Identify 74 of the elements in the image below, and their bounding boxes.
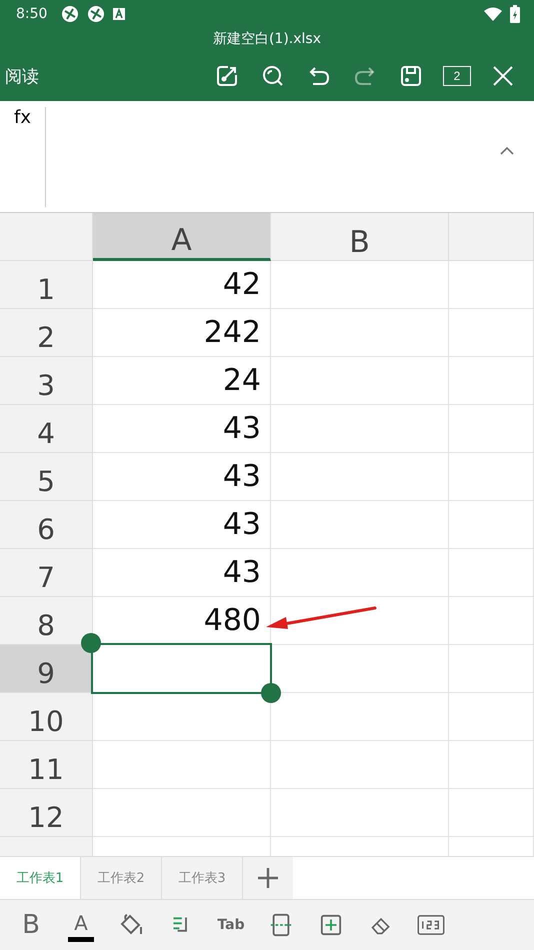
table-cell[interactable] xyxy=(449,261,534,309)
table-cell[interactable]: 24 xyxy=(93,357,271,405)
table-cell[interactable] xyxy=(93,789,271,837)
reading-mode-label: 阅读 xyxy=(5,66,39,88)
selected-cell-outline[interactable] xyxy=(91,643,272,694)
table-cell[interactable]: 43 xyxy=(93,405,271,453)
table-cell[interactable]: 43 xyxy=(93,549,271,597)
number-format-icon xyxy=(417,915,445,935)
battery-icon xyxy=(510,5,520,23)
row-header[interactable]: 4 xyxy=(0,405,93,453)
wifi-icon xyxy=(484,7,502,21)
row-header[interactable]: 6 xyxy=(0,501,93,549)
table-cell[interactable] xyxy=(93,741,271,789)
save-icon xyxy=(399,64,423,88)
row-header[interactable]: 10 xyxy=(0,693,93,741)
column-header[interactable] xyxy=(449,213,534,261)
bold-button[interactable]: B xyxy=(6,903,56,947)
row-header[interactable]: 8 xyxy=(0,597,93,645)
row-header[interactable]: 9 xyxy=(0,645,93,693)
table-cell[interactable] xyxy=(271,309,449,357)
plus-box-icon xyxy=(320,914,342,936)
row-header[interactable]: 2 xyxy=(0,309,93,357)
external-edit-icon xyxy=(215,64,239,88)
font-color-button[interactable]: A xyxy=(68,908,94,942)
add-sheet-button[interactable] xyxy=(243,857,293,899)
table-cell[interactable] xyxy=(449,453,534,501)
keyboard-notification-icon xyxy=(113,8,126,20)
window-title: 新建空白(1).xlsx xyxy=(212,30,322,49)
search-icon xyxy=(261,64,285,88)
row-header[interactable]: 5 xyxy=(0,453,93,501)
table-cell[interactable] xyxy=(449,597,534,645)
table-cell[interactable] xyxy=(449,405,534,453)
table-cell[interactable]: 42 xyxy=(93,261,271,309)
column-header[interactable]: B xyxy=(271,213,449,261)
row-header[interactable]: 3 xyxy=(0,357,93,405)
table-cell[interactable] xyxy=(449,549,534,597)
collapse-caret-icon[interactable] xyxy=(500,147,514,155)
table-cell[interactable] xyxy=(449,693,534,741)
app-notification-icon xyxy=(61,5,80,23)
table-cell[interactable] xyxy=(449,501,534,549)
table-cell[interactable] xyxy=(271,741,449,789)
selection-handle[interactable] xyxy=(81,633,101,653)
table-cell[interactable] xyxy=(449,309,534,357)
table-cell[interactable]: 242 xyxy=(93,309,271,357)
row-header[interactable]: 1 xyxy=(0,261,93,309)
tab-key-button[interactable]: Tab xyxy=(206,903,256,947)
table-cell[interactable] xyxy=(449,357,534,405)
table-cell[interactable] xyxy=(449,741,534,789)
table-cell[interactable] xyxy=(271,357,449,405)
row-header[interactable]: 11 xyxy=(0,741,93,789)
select-all-corner[interactable] xyxy=(0,213,93,261)
app-notification-icon xyxy=(87,5,106,23)
column-header[interactable]: A xyxy=(93,213,271,261)
border-icon xyxy=(269,913,293,937)
table-cell[interactable]: 43 xyxy=(93,453,271,501)
plus-icon xyxy=(257,867,279,889)
table-cell[interactable] xyxy=(271,501,449,549)
table-cell[interactable] xyxy=(271,453,449,501)
selection-handle[interactable] xyxy=(261,683,281,703)
window-count-button[interactable]: 2 xyxy=(434,56,480,96)
close-icon xyxy=(492,65,514,87)
table-cell[interactable] xyxy=(271,789,449,837)
table-cell[interactable] xyxy=(271,405,449,453)
status-time: 8:50 xyxy=(16,6,48,22)
table-cell[interactable] xyxy=(271,261,449,309)
table-cell[interactable]: 43 xyxy=(93,501,271,549)
row-header[interactable]: 12 xyxy=(0,789,93,837)
row-header[interactable]: 7 xyxy=(0,549,93,597)
row-header[interactable] xyxy=(0,837,93,856)
paint-bucket-icon xyxy=(119,913,143,937)
function-label: fx xyxy=(13,106,32,128)
table-cell[interactable] xyxy=(449,789,534,837)
table-cell[interactable] xyxy=(449,645,534,693)
table-cell[interactable] xyxy=(271,549,449,597)
